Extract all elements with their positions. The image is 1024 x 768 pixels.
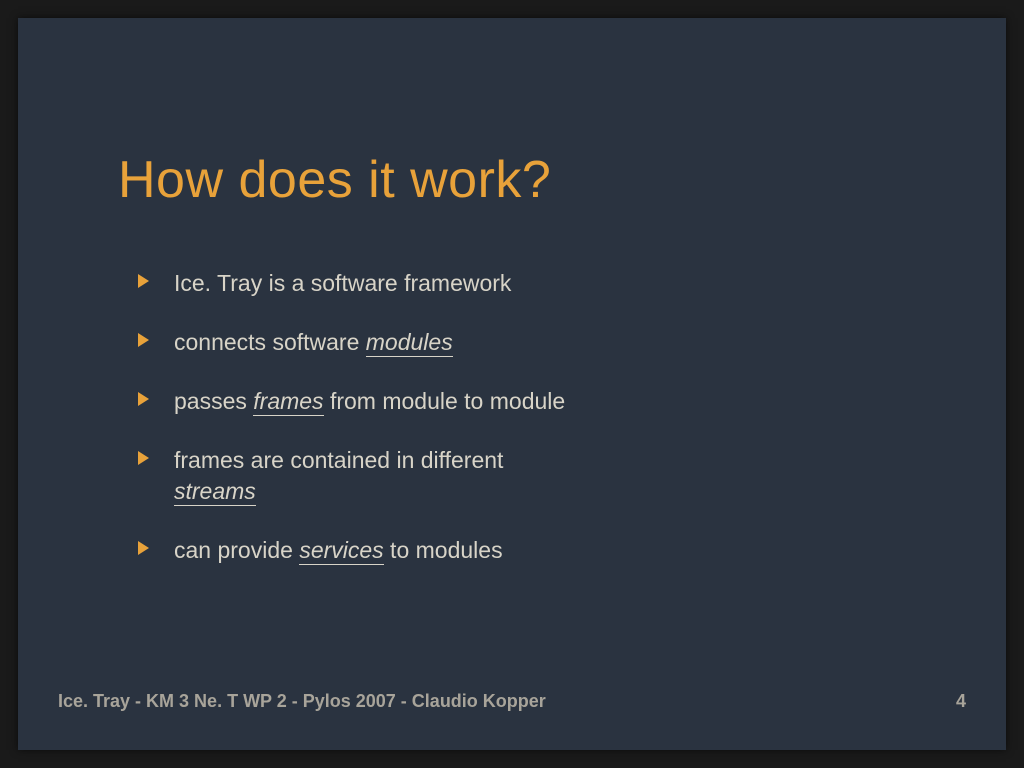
- slide-title: How does it work?: [118, 150, 551, 210]
- bullet-text: connects software modules: [174, 327, 453, 358]
- bullet-text: can provide services to modules: [174, 535, 503, 566]
- text-emphasis: frames: [253, 388, 323, 416]
- footer-text: Ice. Tray - KM 3 Ne. T WP 2 - Pylos 2007…: [58, 691, 546, 712]
- text-run: frames are contained in different: [174, 447, 503, 473]
- list-item: frames are contained in different stream…: [138, 445, 838, 507]
- list-item: connects software modules: [138, 327, 838, 358]
- text-run: can provide: [174, 537, 299, 563]
- bullet-text: frames are contained in different stream…: [174, 445, 503, 507]
- bullet-text: passes frames from module to module: [174, 386, 565, 417]
- bullet-arrow-icon: [138, 333, 152, 347]
- list-item: Ice. Tray is a software framework: [138, 268, 838, 299]
- bullet-arrow-icon: [138, 541, 152, 555]
- list-item: passes frames from module to module: [138, 386, 838, 417]
- text-emphasis: services: [299, 537, 383, 565]
- text-run: connects software: [174, 329, 366, 355]
- bullet-arrow-icon: [138, 392, 152, 406]
- page-number: 4: [956, 691, 966, 712]
- slide: How does it work? Ice. Tray is a softwar…: [18, 18, 1006, 750]
- bullet-text: Ice. Tray is a software framework: [174, 268, 511, 299]
- slide-footer: Ice. Tray - KM 3 Ne. T WP 2 - Pylos 2007…: [58, 691, 966, 712]
- text-emphasis: modules: [366, 329, 453, 357]
- bullet-arrow-icon: [138, 451, 152, 465]
- list-item: can provide services to modules: [138, 535, 838, 566]
- bullet-arrow-icon: [138, 274, 152, 288]
- text-run: to modules: [384, 537, 503, 563]
- text-run: passes: [174, 388, 253, 414]
- text-run: from module to module: [324, 388, 566, 414]
- text-emphasis: streams: [174, 478, 256, 506]
- bullet-list: Ice. Tray is a software framework connec…: [138, 268, 838, 594]
